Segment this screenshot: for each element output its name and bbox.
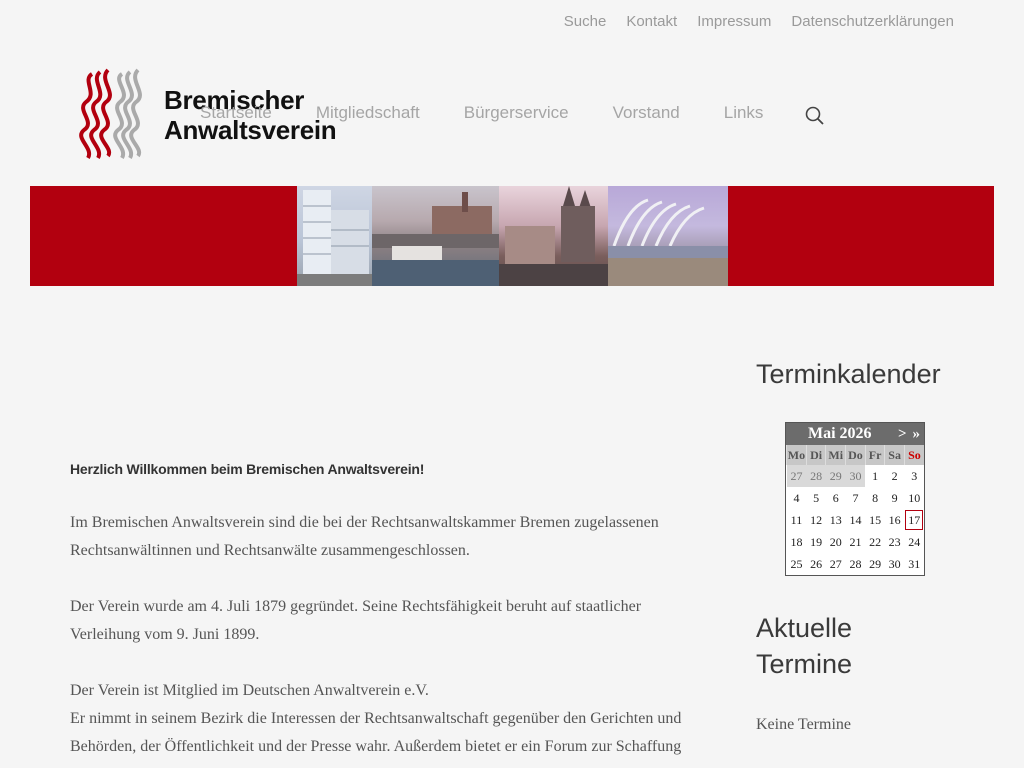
weekday-header: Sa [884,445,905,465]
nav-startseite[interactable]: Startseite [200,103,272,123]
nav-link-impressum[interactable]: Impressum [697,13,771,30]
calendar-day[interactable]: 25 [787,553,807,575]
weekday-header: Mi [825,445,846,465]
calendar-day[interactable]: 6 [826,487,846,509]
calendar-day[interactable]: 11 [787,509,807,531]
main-content: Herzlich Willkommen beim Bremischen Anwa… [70,455,710,761]
calendar-day[interactable]: 13 [826,509,846,531]
banner-photo-market-square [499,186,608,286]
calendar-week: 4 5 6 7 8 9 10 [787,487,925,509]
intro-paragraph-3-line-2: Er nimmt in seinem Bezirk die Interessen… [70,710,682,755]
nav-buergerservice[interactable]: Bürgerservice [464,103,569,123]
intro-paragraph-3: Der Verein ist Mitglied im Deutschen Anw… [70,677,710,761]
event-calendar: Mai 2026 > » Mo Di Mi Do Fr Sa So 27 28 29 30 1 2 3 4… [785,422,925,576]
calendar-day[interactable]: 16 [885,509,905,531]
nav-mitgliedschaft[interactable]: Mitgliedschaft [316,103,420,123]
logo-waves-icon [79,68,142,160]
weekday-header: Mo [786,445,807,465]
events-title-line-1: Aktuelle [756,613,853,643]
intro-paragraph-2: Der Verein wurde am 4. Juli 1879 gegründ… [70,598,642,643]
top-nav: Suche Kontakt Impressum Datenschutzerklä… [564,13,954,30]
calendar-day[interactable]: 4 [787,487,807,509]
weekday-header: Fr [864,445,885,465]
calendar-day[interactable]: 3 [904,465,924,487]
header-banner [30,186,994,286]
calendar-grid: Mo Di Mi Do Fr Sa So 27 28 29 30 1 2 3 4 5 6 7 8 9 10 11 12 13… [786,445,924,575]
search-icon[interactable] [804,105,826,127]
events-title-line-2: Termine [756,649,853,679]
nav-link-suche[interactable]: Suche [564,13,607,30]
nav-link-datenschutz[interactable]: Datenschutzerklärungen [791,13,954,30]
intro-paragraph-1: Im Bremischen Anwaltsverein sind die bei… [70,514,659,559]
calendar-day[interactable]: 12 [806,509,826,531]
calendar-day[interactable]: 19 [806,531,826,553]
nav-link-kontakt[interactable]: Kontakt [626,13,677,30]
events-title: Aktuelle Termine [756,610,852,682]
calendar-week: 11 12 13 14 15 16 17 [787,509,925,531]
calendar-week: 27 28 29 30 1 2 3 [786,465,925,487]
calendar-day[interactable]: 17 [904,509,924,531]
no-events-text: Keine Termine [756,716,851,733]
calendar-nav: > » [898,426,920,443]
calendar-day[interactable]: 2 [885,465,905,487]
calendar-day[interactable]: 27 [826,553,846,575]
calendar-day[interactable]: 21 [846,531,866,553]
calendar-day[interactable]: 20 [826,531,846,553]
weekday-header: So [903,445,924,465]
calendar-day[interactable]: 23 [885,531,905,553]
calendar-day[interactable]: 28 [806,465,826,487]
calendar-day[interactable]: 31 [904,553,924,575]
calendar-day[interactable]: 30 [885,553,905,575]
banner-photo-modern-hall [608,186,728,286]
calendar-header: Mai 2026 > » [786,423,924,445]
calendar-week: 18 19 20 21 22 23 24 [787,531,925,553]
calendar-day[interactable]: 29 [865,553,885,575]
calendar-week: 25 26 27 28 29 30 31 [787,553,925,575]
weekday-header: Do [845,445,866,465]
calendar-day[interactable]: 29 [825,465,846,487]
calendar-day[interactable]: 8 [865,487,885,509]
calendar-title: Terminkalender [756,359,941,389]
banner-photo-harbor [372,186,499,286]
calendar-day[interactable]: 10 [904,487,924,509]
nav-vorstand[interactable]: Vorstand [613,103,680,123]
weekday-header: Di [805,445,826,465]
calendar-day[interactable]: 1 [865,465,885,487]
calendar-day[interactable]: 24 [904,531,924,553]
main-nav: Startseite Mitgliedschaft Bürgerservice … [200,103,807,123]
intro-paragraph-3-line-1: Der Verein ist Mitglied im Deutschen Anw… [70,682,429,699]
calendar-day[interactable]: 18 [787,531,807,553]
welcome-heading: Herzlich Willkommen beim Bremischen Anwa… [70,461,425,477]
next-month-button[interactable]: > [898,426,907,443]
banner-photo-building [297,186,372,286]
nav-links[interactable]: Links [724,103,764,123]
calendar-day[interactable]: 5 [806,487,826,509]
calendar-day[interactable]: 22 [865,531,885,553]
calendar-day[interactable]: 27 [786,465,807,487]
calendar-day[interactable]: 28 [846,553,866,575]
next-year-button[interactable]: » [913,426,921,443]
calendar-day[interactable]: 9 [885,487,905,509]
calendar-day[interactable]: 15 [865,509,885,531]
calendar-day[interactable]: 26 [806,553,826,575]
calendar-month: Mai 2026 [808,425,872,442]
calendar-day[interactable]: 14 [846,509,866,531]
calendar-day[interactable]: 7 [846,487,866,509]
calendar-day[interactable]: 30 [845,465,866,487]
